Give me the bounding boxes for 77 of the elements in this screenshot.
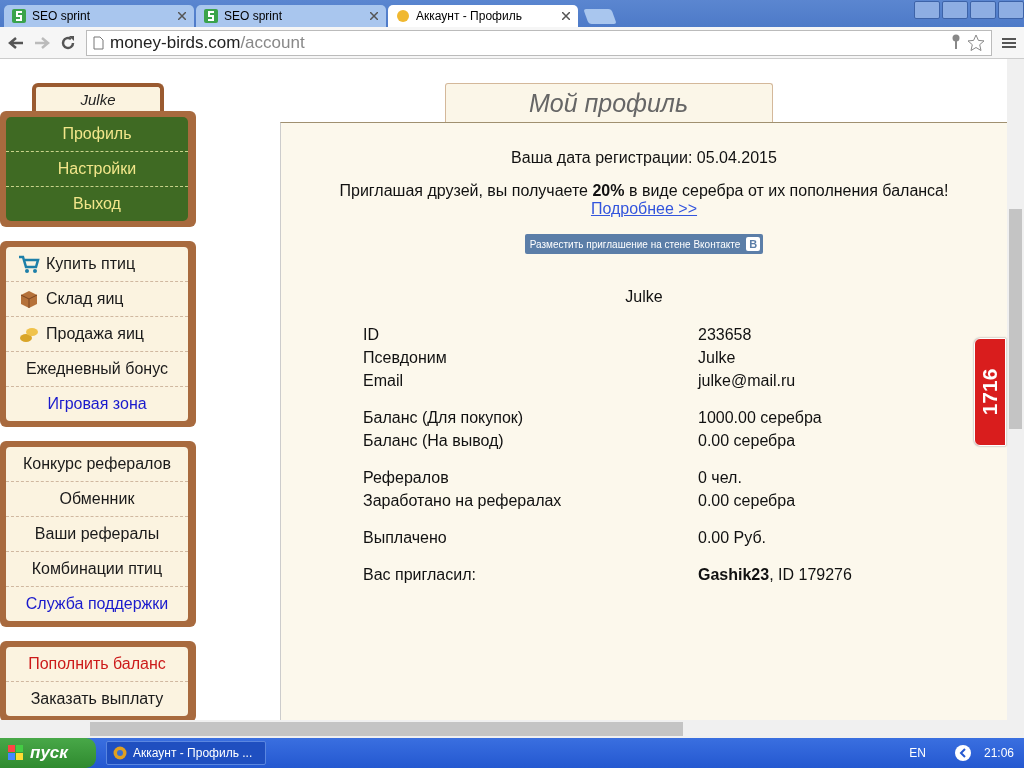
clock: 21:06: [983, 746, 1014, 760]
menu-item[interactable]: Пополнить баланс: [6, 647, 188, 681]
menu-item[interactable]: Комбинации птиц: [6, 551, 188, 586]
vk-share-button[interactable]: Разместить приглашение на стене Вконтакте B: [524, 234, 764, 254]
reload-icon[interactable]: [60, 34, 76, 51]
maximize-button[interactable]: [970, 1, 996, 19]
menu-item[interactable]: Служба поддержки: [6, 586, 188, 621]
s-logo-icon: [204, 9, 218, 23]
close-icon[interactable]: [178, 12, 186, 20]
field-label: Выплачено: [363, 529, 448, 547]
menu-item[interactable]: Профиль: [6, 117, 188, 151]
field-label: Заработано на рефералах: [363, 492, 563, 510]
windows-logo-icon: [8, 745, 24, 761]
field-value: 1000.00 серебра: [698, 409, 823, 427]
field-value: Julke: [698, 349, 737, 367]
menu-item[interactable]: Заказать выплату: [6, 681, 188, 716]
start-button[interactable]: пуск: [0, 738, 96, 768]
menu-item[interactable]: Игровая зона: [6, 386, 188, 421]
more-link[interactable]: Подробнее >>: [590, 200, 698, 218]
browser-tab[interactable]: SEO sprint: [4, 5, 194, 27]
field-label: Баланс (Для покупок): [363, 409, 525, 427]
scrollbar-thumb[interactable]: [1009, 209, 1022, 429]
url-host: money-birds.com: [110, 32, 241, 52]
box-icon: [18, 289, 40, 309]
language-indicator: EN: [909, 746, 926, 760]
close-button[interactable]: [998, 1, 1024, 19]
field-label: Вас пригласил:: [363, 566, 477, 584]
menu-item[interactable]: Купить птиц: [6, 247, 188, 281]
taskbar-window-button[interactable]: Аккаунт - Профиль ...: [106, 741, 266, 765]
menu-item[interactable]: Обменник: [6, 481, 188, 516]
side-counter-badge[interactable]: 1716: [974, 338, 1006, 446]
menu-item[interactable]: Конкурс рефералов: [6, 447, 188, 481]
page-icon: [93, 35, 104, 50]
menu-item[interactable]: Настройки: [6, 151, 188, 186]
menu-item[interactable]: Ежедневный бонус: [6, 351, 188, 386]
browser-tab[interactable]: SEO sprint: [196, 5, 386, 27]
vertical-scrollbar[interactable]: [1007, 59, 1024, 720]
back-icon[interactable]: [8, 35, 24, 50]
forward-icon[interactable]: [34, 35, 50, 50]
vk-logo-icon: B: [746, 237, 761, 251]
browser-icon: [113, 746, 127, 760]
menu-item[interactable]: Ваши рефералы: [6, 516, 188, 551]
browser-tab[interactable]: Аккаунт - Профиль: [388, 5, 578, 27]
field-value: 0.00 Руб.: [698, 529, 768, 547]
new-tab-button[interactable]: [583, 9, 617, 24]
invite-text: Приглашая друзей, вы получаете 20% в виде серебра от их пополнения баланса!: [339, 182, 949, 200]
chevron-left-icon[interactable]: [953, 744, 972, 762]
s-logo-icon: [12, 9, 26, 23]
field-value: 0 чел.: [698, 469, 743, 487]
field-label: Псевдоним: [363, 349, 448, 367]
menu-item[interactable]: Продажа яиц: [6, 316, 188, 351]
key-icon: [951, 33, 961, 50]
page-title: Мой профиль: [444, 83, 773, 122]
horizontal-scrollbar[interactable]: [0, 720, 1024, 738]
menu-item[interactable]: Склад яиц: [6, 281, 188, 316]
star-icon[interactable]: [967, 33, 985, 52]
field-value: Gashik23, ID 179276: [698, 566, 853, 584]
close-icon[interactable]: [562, 12, 570, 20]
field-value: 0.00 серебра: [698, 432, 797, 450]
field-label: Email: [363, 372, 404, 390]
user-button[interactable]: [914, 1, 940, 19]
field-value: 0.00 серебра: [698, 492, 797, 510]
field-label: Рефералов: [363, 469, 450, 487]
menu-item[interactable]: Выход: [6, 186, 188, 221]
url-path: /account: [240, 32, 305, 52]
field-value: 233658: [698, 326, 753, 344]
bird-icon: [396, 9, 410, 23]
address-bar[interactable]: money-birds.com/account: [86, 29, 992, 56]
close-icon[interactable]: [370, 12, 378, 20]
field-label: Баланс (На вывод): [363, 432, 505, 450]
profile-username: Julke: [625, 288, 663, 306]
cart-icon: [18, 254, 40, 274]
scrollbar-thumb[interactable]: [90, 722, 683, 736]
field-label: ID: [363, 326, 380, 344]
minimize-button[interactable]: [942, 1, 968, 19]
registration-date: Ваша дата регистрации: 05.04.2015: [511, 149, 777, 167]
menu-icon[interactable]: [1002, 36, 1016, 49]
